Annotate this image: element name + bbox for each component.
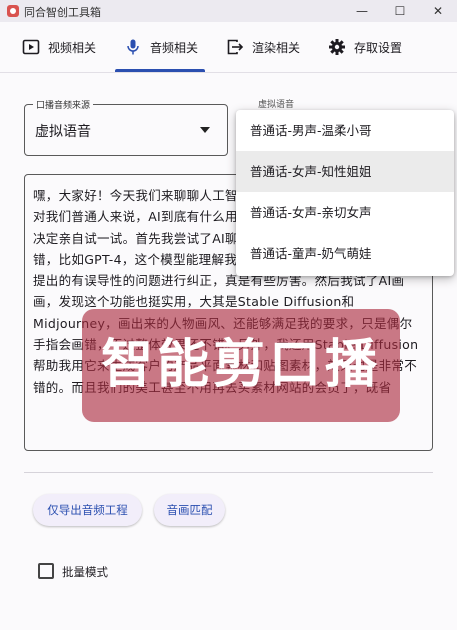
gear-icon (329, 39, 345, 55)
tab-video-label: 视频相关 (48, 40, 97, 55)
tab-render-label: 渲染相关 (252, 40, 301, 55)
active-tab-indicator (115, 69, 205, 72)
app-logo-icon (7, 5, 19, 17)
maximize-button[interactable]: ☐ (381, 0, 419, 22)
microphone-icon (127, 39, 139, 55)
voice-option[interactable]: 普通话-童声-奶气萌娃 (236, 233, 454, 274)
divider (24, 472, 433, 473)
export-icon (227, 39, 244, 55)
audio-source-label: 口播音频来源 (33, 98, 94, 111)
tab-settings-label: 存取设置 (354, 40, 403, 55)
close-button[interactable]: ✕ (419, 0, 457, 22)
tab-audio-label: 音频相关 (150, 40, 199, 55)
dropdown-arrow-icon[interactable] (200, 127, 210, 133)
tab-video[interactable]: 视频相关 (22, 22, 96, 72)
voice-dropdown-menu: 普通话-男声-温柔小哥 普通话-女声-知性姐姐 普通话-女声-亲切女声 普通话-… (236, 110, 454, 276)
export-audio-button[interactable]: 仅导出音频工程 (33, 494, 142, 526)
play-box-icon (22, 39, 40, 55)
voice-select-label: 虚拟语音 (258, 100, 295, 110)
tab-render[interactable]: 渲染相关 (226, 22, 300, 72)
title-bar: 同合智创工具箱 — ☐ ✕ (0, 0, 457, 22)
window-title: 同合智创工具箱 (24, 6, 101, 19)
batch-mode-checkbox[interactable] (38, 563, 54, 579)
tab-bar: 视频相关 音频相关 渲染相关 存取设置 (0, 22, 457, 73)
voice-option[interactable]: 普通话-女声-亲切女声 (236, 192, 454, 233)
voice-option[interactable]: 普通话-男声-温柔小哥 (236, 110, 454, 151)
voice-option-selected[interactable]: 普通话-女声-知性姐姐 (236, 151, 454, 192)
tab-audio[interactable]: 音频相关 (124, 22, 198, 72)
watermark-banner: 智能剪口播 (82, 309, 400, 422)
minimize-button[interactable]: — (343, 0, 381, 22)
audio-source-value: 虚拟语音 (35, 124, 91, 140)
tab-settings[interactable]: 存取设置 (328, 22, 402, 72)
batch-mode-label: 批量模式 (62, 565, 108, 579)
match-visuals-button[interactable]: 音画匹配 (154, 494, 225, 526)
